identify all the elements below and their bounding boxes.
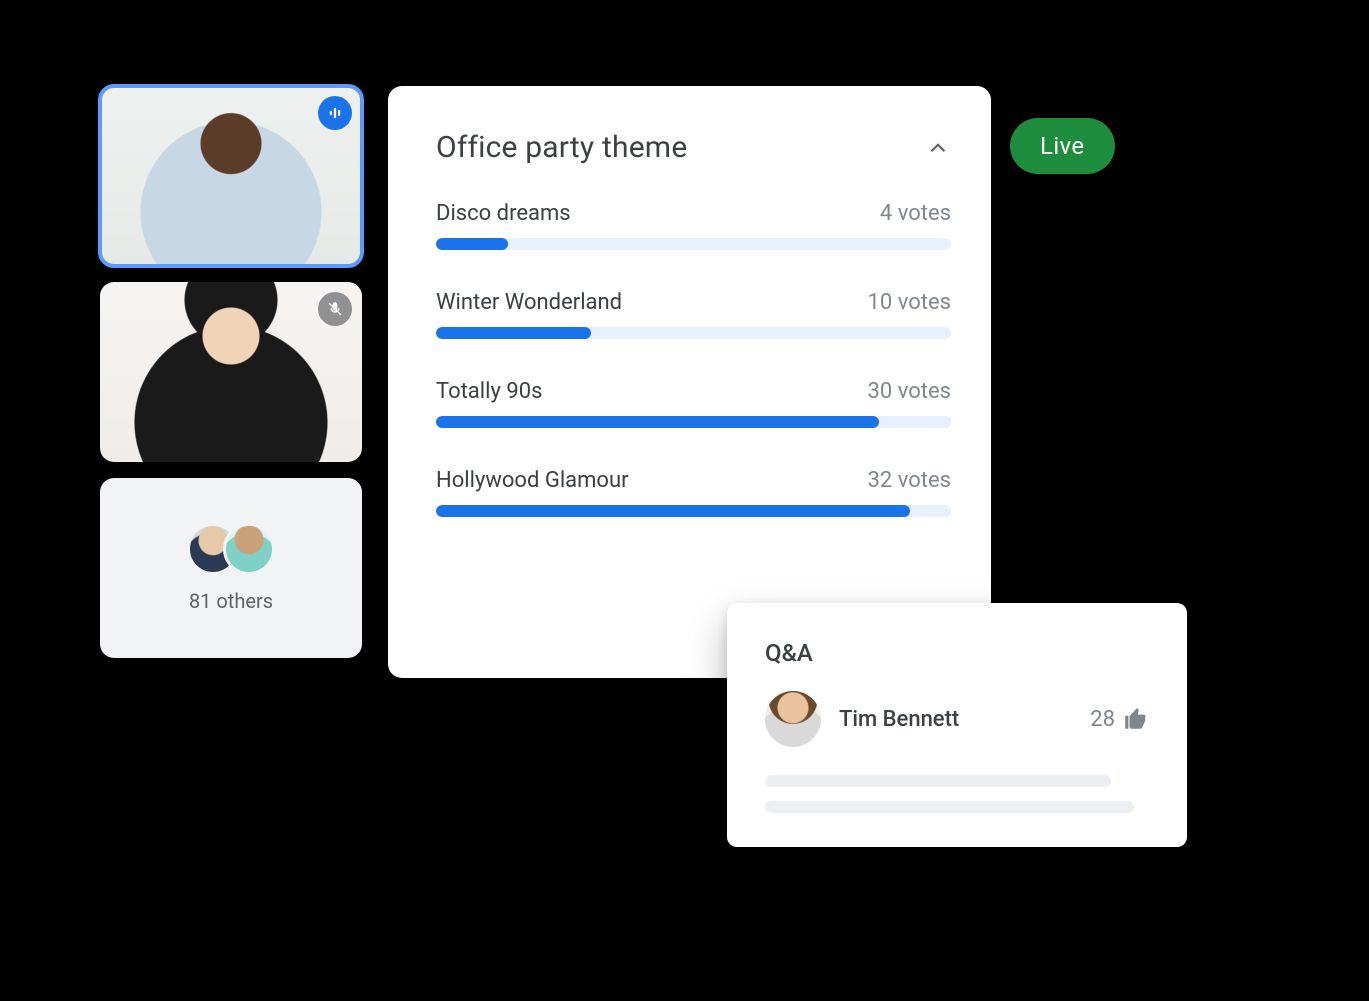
qa-card: Q&A Tim Bennett 28 [727, 603, 1187, 847]
poll-bar-fill [436, 238, 508, 250]
qa-title: Q&A [765, 639, 1149, 667]
avatar-stack [187, 523, 275, 575]
poll-card: Office party theme Disco dreams 4 votes … [388, 86, 991, 678]
poll-option-label: Winter Wonderland [436, 290, 622, 315]
qa-upvote-count: 28 [1090, 707, 1115, 732]
poll-option-votes: 32 votes [868, 468, 951, 493]
poll-option[interactable]: Hollywood Glamour 32 votes [436, 468, 951, 517]
qa-author: Tim Bennett [839, 707, 1072, 732]
poll-option-votes: 4 votes [880, 201, 951, 226]
poll-option[interactable]: Totally 90s 30 votes [436, 379, 951, 428]
poll-bar-fill [436, 416, 879, 428]
poll-option-label: Totally 90s [436, 379, 542, 404]
qa-text-placeholder [765, 801, 1134, 813]
poll-bar-fill [436, 327, 591, 339]
poll-option[interactable]: Disco dreams 4 votes [436, 201, 951, 250]
chevron-up-icon[interactable] [925, 135, 951, 161]
poll-option[interactable]: Winter Wonderland 10 votes [436, 290, 951, 339]
poll-bar-track [436, 238, 951, 250]
thumbs-up-icon [1123, 706, 1149, 732]
poll-option-label: Disco dreams [436, 201, 571, 226]
others-count-label: 81 others [189, 589, 273, 613]
mic-muted-icon [318, 292, 352, 326]
poll-bar-fill [436, 505, 910, 517]
poll-bar-track [436, 327, 951, 339]
qa-entry[interactable]: Tim Bennett 28 [765, 691, 1149, 747]
others-tile[interactable]: 81 others [100, 478, 362, 658]
qa-text-placeholder [765, 775, 1111, 787]
poll-bar-track [436, 416, 951, 428]
live-badge: Live [1010, 118, 1115, 174]
poll-option-votes: 10 votes [868, 290, 951, 315]
avatar [765, 691, 821, 747]
poll-option-votes: 30 votes [868, 379, 951, 404]
poll-title: Office party theme [436, 130, 687, 165]
poll-bar-track [436, 505, 951, 517]
qa-upvotes[interactable]: 28 [1090, 706, 1149, 732]
participant-tile[interactable] [100, 282, 362, 462]
speaking-indicator-icon [318, 96, 352, 130]
participant-tile[interactable] [100, 86, 362, 266]
avatar [223, 523, 275, 575]
poll-option-label: Hollywood Glamour [436, 468, 629, 493]
participant-tiles: 81 others [100, 86, 362, 658]
